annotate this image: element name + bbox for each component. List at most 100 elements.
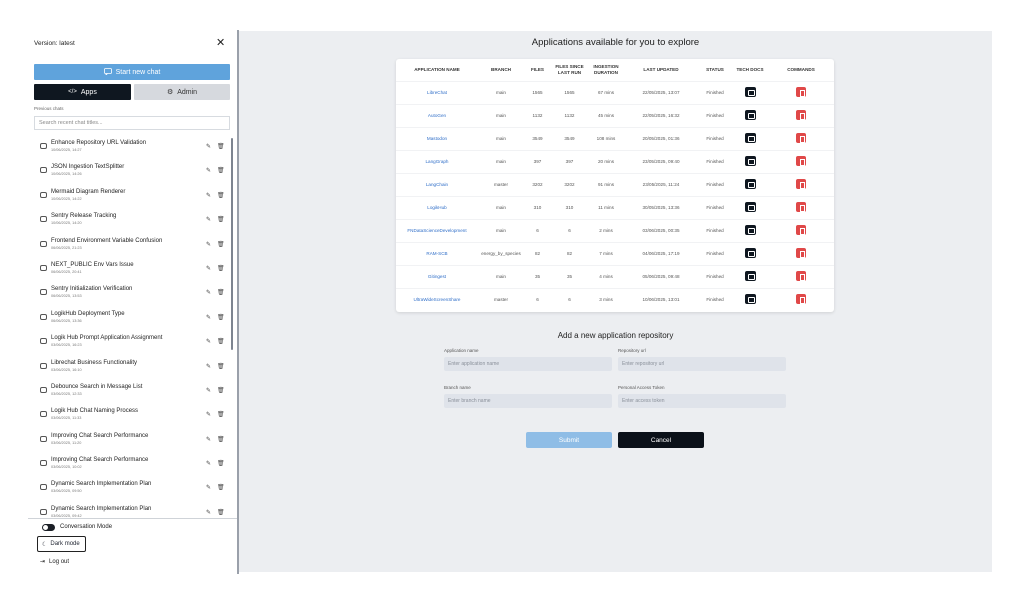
application-name-link[interactable]: LangChain	[396, 173, 478, 196]
chat-list-item[interactable]: Debounce Search in Message List 03/06/202…	[34, 382, 230, 406]
chat-list-item[interactable]: Dynamic Search Implementation Plan 03/06/…	[34, 504, 230, 518]
chat-bubble-icon	[40, 313, 47, 320]
submit-button[interactable]: Submit	[526, 432, 612, 448]
trash-icon[interactable]: 🗑	[217, 265, 225, 272]
trash-icon[interactable]	[796, 156, 806, 166]
trash-icon[interactable]: 🗑	[217, 460, 225, 467]
chat-list-item[interactable]: Improving Chat Search Performance 03/06/2…	[34, 431, 230, 455]
application-name-link[interactable]: RAM-SCB	[396, 242, 478, 265]
trash-icon[interactable]: 🗑	[217, 436, 225, 443]
last-updated-cell: 30/05/2025, 13:36	[642, 205, 680, 210]
pencil-icon[interactable]: ✎	[206, 509, 211, 516]
trash-icon[interactable]	[796, 248, 806, 258]
pencil-icon[interactable]: ✎	[206, 484, 211, 491]
pencil-icon[interactable]: ✎	[206, 143, 211, 150]
repository-url-input[interactable]: Enter repository url	[618, 357, 786, 371]
chat-list-item[interactable]: Logik Hub Chat Naming Process 03/06/2025,…	[34, 406, 230, 430]
book-icon[interactable]	[744, 225, 756, 235]
trash-icon[interactable]: 🗑	[217, 387, 225, 394]
pencil-icon[interactable]: ✎	[206, 265, 211, 272]
chat-list-item[interactable]: Librechat Business Functionality 03/06/20…	[34, 358, 230, 382]
chat-search-input[interactable]: Search recent chat titles...	[34, 116, 230, 130]
commands-cell	[768, 173, 834, 196]
trash-icon[interactable]: 🗑	[217, 167, 225, 174]
trash-icon[interactable]	[796, 271, 806, 281]
chat-title: Enhance Repository URL Validation	[51, 140, 147, 146]
pencil-icon[interactable]: ✎	[206, 167, 211, 174]
application-name-link[interactable]: Mastodon	[396, 127, 478, 150]
chat-list-item[interactable]: Logik Hub Prompt Application Assignment 0…	[34, 333, 230, 357]
book-icon[interactable]	[744, 271, 756, 281]
pencil-icon[interactable]: ✎	[206, 192, 211, 199]
chat-list-item[interactable]: NEXT_PUBLIC Env Vars Issue 06/06/2025, 20…	[34, 260, 230, 284]
branch-name-input[interactable]: Enter branch name	[444, 394, 612, 408]
trash-icon[interactable]	[796, 202, 806, 212]
book-icon[interactable]	[744, 133, 756, 143]
trash-icon[interactable]: 🗑	[217, 484, 225, 491]
trash-icon[interactable]	[796, 225, 806, 235]
application-name-link[interactable]: AutoGen	[396, 104, 478, 127]
application-name-link[interactable]: LibreChat	[396, 81, 478, 104]
admin-tab[interactable]: ⚙ Admin	[134, 84, 230, 100]
application-name-link[interactable]: UltraWideScreenShare	[396, 288, 478, 311]
book-icon[interactable]	[744, 156, 756, 166]
chat-list-item[interactable]: Sentry Initialization Verification 06/06/…	[34, 284, 230, 308]
trash-icon[interactable]: 🗑	[217, 411, 225, 418]
pencil-icon[interactable]: ✎	[206, 411, 211, 418]
book-icon[interactable]	[744, 248, 756, 258]
book-icon[interactable]	[744, 202, 756, 212]
files-cell: 3549	[532, 136, 543, 141]
access-token-input[interactable]: Enter access token	[618, 394, 786, 408]
application-name-input[interactable]: Enter application name	[444, 357, 612, 371]
chat-list-item[interactable]: Enhance Repository URL Validation 10/06/2…	[34, 138, 230, 162]
application-name-link[interactable]: FNDataScienceDevelopment	[396, 219, 478, 242]
trash-icon[interactable]: 🗑	[217, 314, 225, 321]
apps-tab[interactable]: </> Apps	[34, 84, 131, 100]
trash-icon[interactable]: 🗑	[217, 143, 225, 150]
trash-icon[interactable]	[796, 110, 806, 120]
pencil-icon[interactable]: ✎	[206, 241, 211, 248]
chat-list-item[interactable]: Sentry Release Tracking 10/06/2025, 14:20…	[34, 211, 230, 235]
book-icon[interactable]	[744, 110, 756, 120]
dark-mode-button[interactable]: ☾ Dark mode	[37, 536, 86, 552]
chat-title: Logik Hub Prompt Application Assignment	[51, 335, 163, 342]
trash-icon[interactable]	[796, 133, 806, 143]
pencil-icon[interactable]: ✎	[206, 289, 211, 296]
pencil-icon[interactable]: ✎	[206, 387, 211, 394]
application-name-link[interactable]: LangGraph	[396, 150, 478, 173]
chat-list-item[interactable]: Mermaid Diagram Renderer 10/06/2025, 14:2…	[34, 187, 230, 211]
close-icon[interactable]: ✕	[216, 36, 225, 49]
application-name-link[interactable]: LogikHub	[396, 196, 478, 219]
trash-icon[interactable]	[796, 294, 806, 305]
chat-list-item[interactable]: JSON Ingestion TextSplitter 10/06/2025, 1…	[34, 162, 230, 186]
book-icon[interactable]	[744, 179, 756, 189]
trash-icon[interactable]: 🗑	[217, 363, 225, 370]
chat-list-item[interactable]: Improving Chat Search Performance 03/06/2…	[34, 455, 230, 479]
trash-icon[interactable]: 🗑	[217, 289, 225, 296]
pencil-icon[interactable]: ✎	[206, 338, 211, 345]
trash-icon[interactable]: 🗑	[217, 216, 225, 223]
logout-button[interactable]: ⇥ Log out	[40, 558, 69, 566]
application-name-link[interactable]: Gitingest	[396, 265, 478, 288]
trash-icon[interactable]: 🗑	[217, 241, 225, 248]
pencil-icon[interactable]: ✎	[206, 460, 211, 467]
pencil-icon[interactable]: ✎	[206, 314, 211, 321]
book-icon[interactable]	[744, 87, 756, 97]
pencil-icon[interactable]: ✎	[206, 216, 211, 223]
pencil-icon[interactable]: ✎	[206, 363, 211, 370]
conversation-mode-toggle[interactable]	[42, 524, 55, 531]
start-new-chat-button[interactable]: Start new chat	[34, 64, 230, 80]
book-icon[interactable]	[744, 294, 756, 305]
pencil-icon[interactable]: ✎	[206, 436, 211, 443]
trash-icon[interactable]	[796, 179, 806, 189]
trash-icon[interactable]: 🗑	[217, 509, 225, 516]
chat-list-item[interactable]: Dynamic Search Implementation Plan 03/06/…	[34, 479, 230, 503]
column-header: COMMANDS	[787, 67, 815, 73]
trash-icon[interactable]	[796, 87, 806, 97]
cancel-button[interactable]: Cancel	[618, 432, 704, 448]
chat-list-item[interactable]: Frontend Environment Variable Confusion 0…	[34, 236, 230, 260]
chat-list-scrollbar[interactable]	[231, 138, 233, 350]
trash-icon[interactable]: 🗑	[217, 192, 225, 199]
trash-icon[interactable]: 🗑	[217, 338, 225, 345]
chat-list-item[interactable]: LogikHub Deployment Type 06/06/2025, 13:3…	[34, 309, 230, 333]
